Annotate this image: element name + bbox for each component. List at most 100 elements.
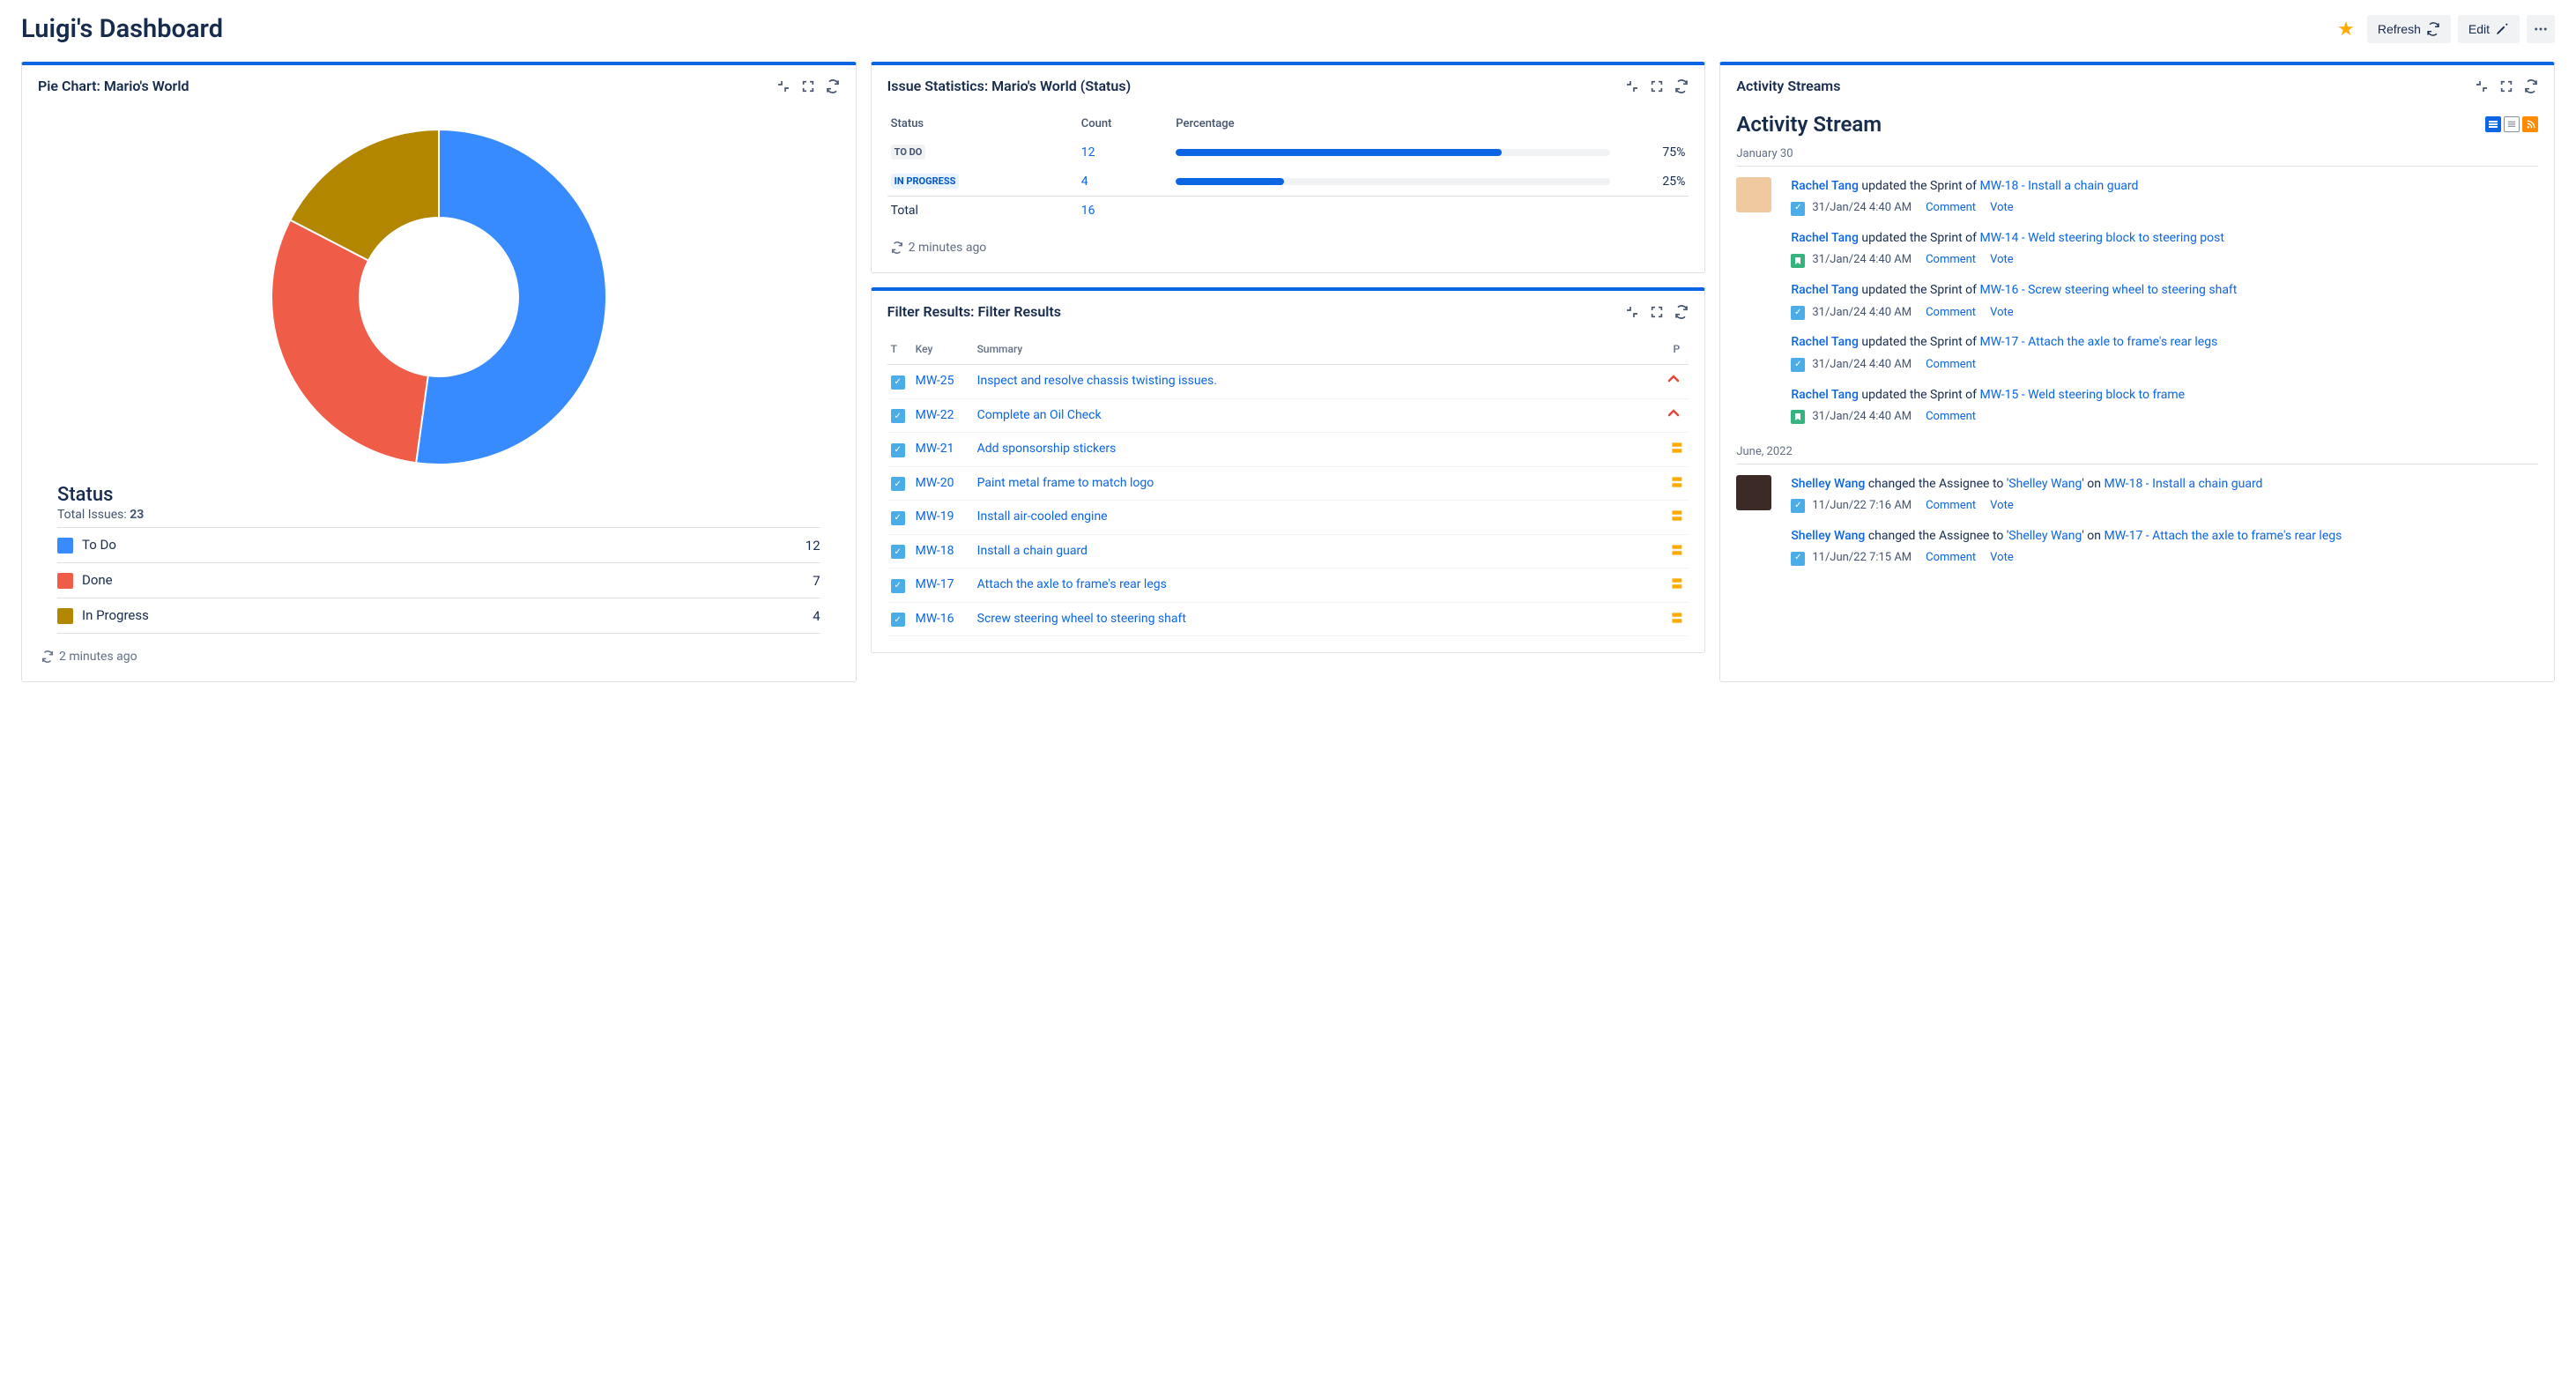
activity-user[interactable]: Shelley Wang: [1791, 477, 1865, 491]
summary-cell[interactable]: Inspect and resolve chassis twisting iss…: [974, 365, 1665, 399]
activity-streams-gadget: Activity Streams Activity Stream: [1719, 62, 2555, 682]
activity-assignee[interactable]: Shelley Wang: [2008, 477, 2082, 491]
maximize-icon[interactable]: [1650, 79, 1664, 93]
activity-user[interactable]: Shelley Wang: [1791, 529, 1865, 543]
task-icon: ✓: [1791, 552, 1805, 566]
total-count[interactable]: 16: [1078, 197, 1173, 226]
refresh-icon[interactable]: [826, 79, 840, 93]
full-view-icon[interactable]: [2485, 116, 2501, 132]
maximize-icon[interactable]: [801, 79, 815, 93]
count-cell[interactable]: 12: [1078, 137, 1173, 167]
activity-user[interactable]: Rachel Tang: [1791, 231, 1859, 245]
rss-icon[interactable]: [2522, 116, 2538, 132]
summary-cell[interactable]: Complete an Oil Check: [974, 398, 1665, 433]
pie-chart-gadget: Pie Chart: Mario's World Status Total Is…: [21, 62, 857, 682]
vote-link[interactable]: Vote: [1990, 305, 2014, 322]
activity-issue[interactable]: MW-15 - Weld steering block to frame: [1979, 388, 2185, 402]
activity-meta: ✓31/Jan/24 4:40 AMCommentVote: [1791, 200, 2538, 217]
col-status: Status: [887, 112, 1078, 137]
key-cell[interactable]: MW-18: [912, 534, 974, 568]
activity-timestamp: ✓11/Jun/22 7:15 AM: [1791, 550, 1912, 567]
summary-cell[interactable]: Add sponsorship stickers: [974, 433, 1665, 467]
minimize-icon[interactable]: [776, 79, 791, 93]
pie-slice[interactable]: [271, 220, 428, 464]
vote-link[interactable]: Vote: [1990, 200, 2014, 217]
status-cell[interactable]: TO DO: [887, 137, 1078, 167]
priority-cell: 〓: [1664, 534, 1689, 568]
activity-stream-title: Activity Stream: [1736, 112, 1882, 137]
refresh-button[interactable]: Refresh: [2367, 15, 2451, 43]
count-cell[interactable]: 4: [1078, 167, 1173, 197]
vote-link[interactable]: Vote: [1990, 550, 2014, 567]
percent-cell: 25%: [1614, 167, 1689, 197]
activity-stream-header: Activity Stream: [1736, 112, 2538, 140]
activity-assignee[interactable]: Shelley Wang: [2008, 529, 2082, 543]
activity-issue[interactable]: MW-14 - Weld steering block to steering …: [1979, 231, 2224, 245]
activity-issue[interactable]: MW-17 - Attach the axle to frame's rear …: [1979, 335, 2217, 349]
refresh-icon[interactable]: [1674, 305, 1689, 319]
activity-issue[interactable]: MW-18 - Install a chain guard: [1979, 179, 2138, 193]
minimize-icon[interactable]: [1625, 305, 1639, 319]
legend-row: In Progress4: [57, 598, 820, 634]
comment-link[interactable]: Comment: [1926, 357, 1976, 374]
activity-issue[interactable]: MW-16 - Screw steering wheel to steering…: [1979, 283, 2237, 297]
key-cell[interactable]: MW-21: [912, 433, 974, 467]
priority-medium-icon: 〓: [1671, 613, 1681, 626]
legend-label: In Progress: [57, 598, 714, 634]
activity-view-icons: [2485, 116, 2538, 132]
minimize-icon[interactable]: [1625, 79, 1639, 93]
edit-button[interactable]: Edit: [2458, 15, 2520, 43]
key-cell[interactable]: MW-16: [912, 602, 974, 636]
activity-user[interactable]: Rachel Tang: [1791, 283, 1859, 297]
activity-user[interactable]: Rachel Tang: [1791, 388, 1859, 402]
gadget-controls: [1625, 79, 1689, 93]
table-row: TO DO 12 75%: [887, 137, 1689, 167]
pie-slice[interactable]: [416, 130, 606, 464]
summary-cell[interactable]: Install a chain guard: [974, 534, 1665, 568]
avatar[interactable]: [1736, 177, 1771, 212]
comment-link[interactable]: Comment: [1926, 200, 1976, 217]
avatar[interactable]: [1736, 475, 1771, 510]
task-icon: ✓: [891, 375, 905, 390]
more-icon: [2533, 21, 2549, 37]
key-cell[interactable]: MW-17: [912, 568, 974, 603]
maximize-icon[interactable]: [1650, 305, 1664, 319]
bar-cell: [1172, 137, 1613, 167]
key-cell[interactable]: MW-25: [912, 365, 974, 399]
refresh-icon[interactable]: [2524, 79, 2538, 93]
list-view-icon[interactable]: [2504, 116, 2520, 132]
priority-cell: [1664, 365, 1689, 399]
priority-cell: 〓: [1664, 602, 1689, 636]
table-row: ✓ MW-18 Install a chain guard 〓: [887, 534, 1689, 568]
activity-meta: 31/Jan/24 4:40 AMComment: [1791, 409, 2538, 426]
comment-link[interactable]: Comment: [1926, 498, 1976, 515]
summary-cell[interactable]: Paint metal frame to match logo: [974, 466, 1665, 501]
task-icon: ✓: [1791, 358, 1805, 372]
summary-cell[interactable]: Install air-cooled engine: [974, 501, 1665, 535]
key-cell[interactable]: MW-19: [912, 501, 974, 535]
more-button[interactable]: [2527, 15, 2555, 43]
activity-user[interactable]: Rachel Tang: [1791, 179, 1859, 193]
summary-cell[interactable]: Attach the axle to frame's rear legs: [974, 568, 1665, 603]
key-cell[interactable]: MW-22: [912, 398, 974, 433]
task-icon: ✓: [891, 579, 905, 593]
refresh-icon[interactable]: [1674, 79, 1689, 93]
maximize-icon[interactable]: [2499, 79, 2513, 93]
star-icon[interactable]: ★: [2337, 19, 2355, 41]
vote-link[interactable]: Vote: [1990, 252, 2014, 269]
summary-cell[interactable]: Screw steering wheel to steering shaft: [974, 602, 1665, 636]
vote-link[interactable]: Vote: [1990, 498, 2014, 515]
comment-link[interactable]: Comment: [1926, 550, 1976, 567]
swatch-icon: [57, 573, 73, 589]
comment-link[interactable]: Comment: [1926, 252, 1976, 269]
comment-link[interactable]: Comment: [1926, 305, 1976, 322]
type-cell: ✓: [887, 568, 912, 603]
comment-link[interactable]: Comment: [1926, 409, 1976, 426]
status-cell[interactable]: IN PROGRESS: [887, 167, 1078, 197]
activity-user[interactable]: Rachel Tang: [1791, 335, 1859, 349]
activity-issue[interactable]: MW-18 - Install a chain guard: [2105, 477, 2263, 491]
minimize-icon[interactable]: [2475, 79, 2489, 93]
status-lozenge: TO DO: [891, 145, 926, 160]
activity-issue[interactable]: MW-17 - Attach the axle to frame's rear …: [2105, 529, 2342, 543]
key-cell[interactable]: MW-20: [912, 466, 974, 501]
